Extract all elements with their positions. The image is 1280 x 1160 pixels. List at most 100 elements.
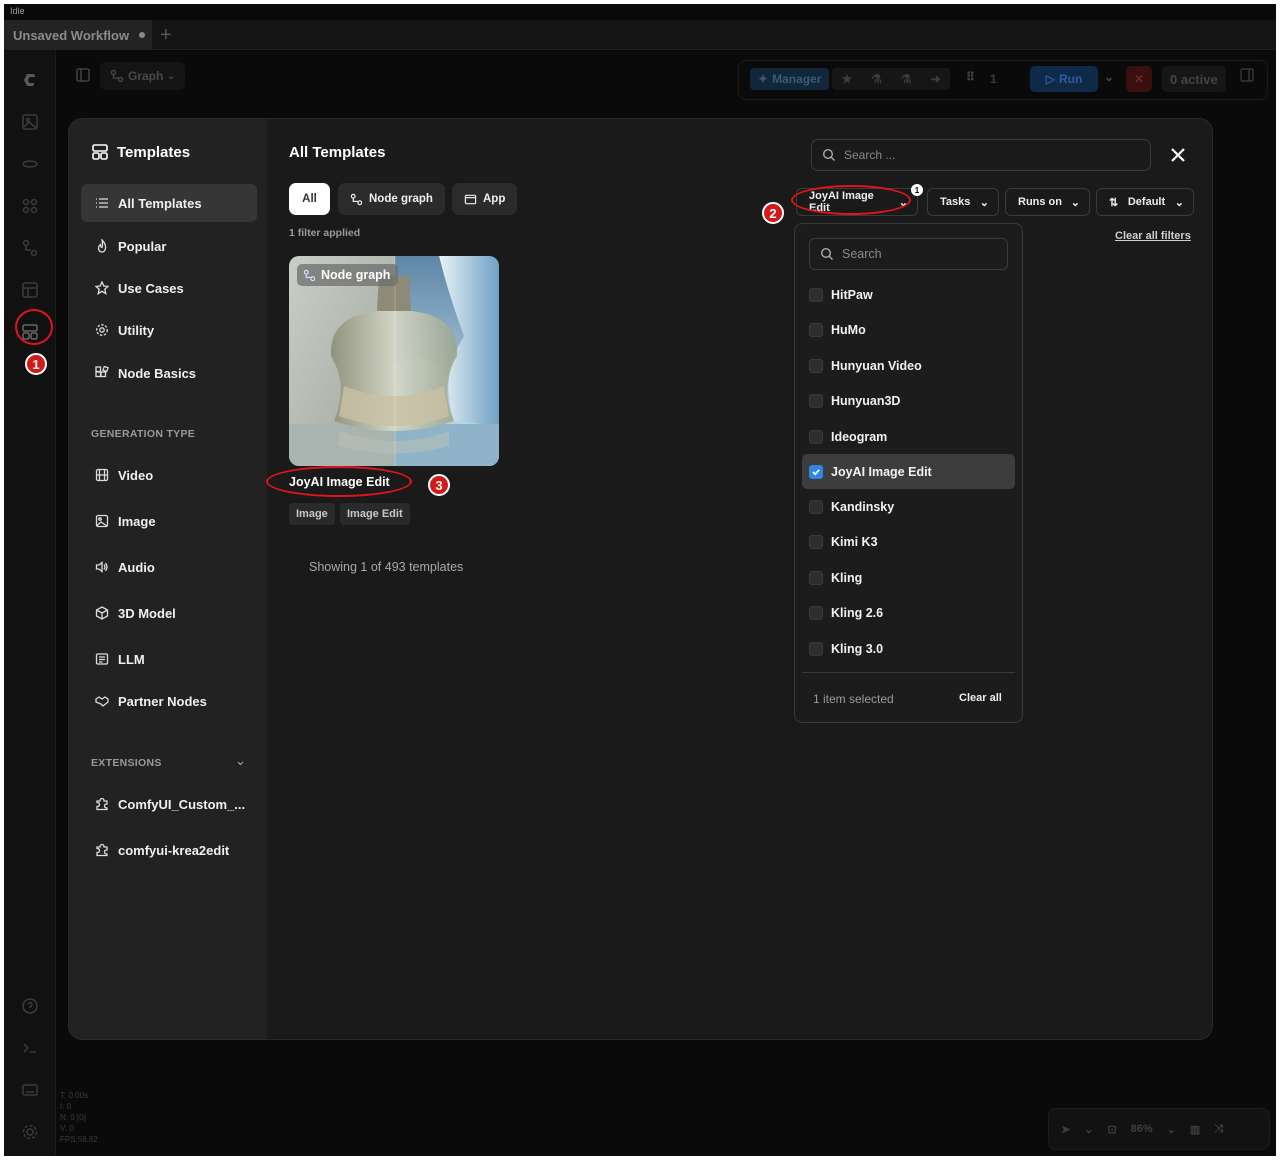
runs-on-filter-label: Runs on [1018,196,1062,208]
new-tab-plus-icon[interactable]: + [160,24,172,47]
run-label: Run [1058,72,1083,86]
link-visibility-icon[interactable]: ⤨ [1214,1123,1223,1136]
templates-icon [92,144,108,160]
option-label: HitPaw [831,287,873,302]
manager-label: Manager [772,72,822,86]
option-kandinsky[interactable]: Kandinsky [802,489,1015,524]
checkbox[interactable] [809,358,823,373]
option-joyai-image-edit[interactable]: JoyAI Image Edit [802,454,1015,489]
queue-icon[interactable] [20,280,40,300]
chevron-down-icon[interactable]: ⌄ [1167,1123,1176,1136]
option-kimi-k3[interactable]: Kimi K3 [802,524,1015,559]
nav-image[interactable]: Image [81,502,257,540]
close-dialog-button[interactable] [1166,143,1190,167]
nav-label: Audio [118,559,155,575]
workflows-icon[interactable] [20,238,40,258]
manager-button[interactable]: ✦ Manager [750,68,830,90]
workflow-tab-label: Unsaved Workflow [13,27,130,43]
checkbox[interactable] [809,605,823,620]
nav-node-basics[interactable]: Node Basics [81,354,257,392]
terminal-icon[interactable] [20,1038,40,1058]
flame-icon [97,239,107,253]
option-kling-3-0[interactable]: Kling 3.0 [802,631,1015,666]
option-hitpaw[interactable]: HitPaw [802,277,1015,312]
templates-title-label: Templates [117,143,191,161]
zoom-level[interactable]: 86% [1131,1123,1153,1135]
runs-on-filter-button[interactable]: Runs on ⌄ [1005,188,1090,216]
nav-utility[interactable]: Utility [81,311,257,349]
tab-app[interactable]: App [452,183,518,215]
option-label: Kling 2.6 [831,605,884,620]
tab-all[interactable]: All [289,183,330,215]
option-kling[interactable]: Kling [802,560,1015,595]
run-button[interactable]: ▷ Run [1030,66,1098,92]
models-icon[interactable] [20,154,40,174]
batch-count[interactable]: 1 [990,68,997,90]
checkbox-checked[interactable] [809,464,823,479]
checkbox[interactable] [809,393,823,408]
handshake-icon [95,696,109,707]
keyboard-icon[interactable] [20,1080,40,1100]
nav-label: Node Basics [118,365,197,381]
option-label: Ideogram [831,429,888,444]
option-label: Kling 3.0 [831,641,884,656]
chevron-down-icon[interactable]: ⌄ [1084,1123,1093,1136]
graph-menu-button[interactable]: Graph ⌄ [100,62,185,90]
dropdown-divider [802,672,1015,673]
clear-all-filters-link[interactable]: Clear all filters [1115,230,1191,242]
badge-label: Node graph [321,268,391,282]
nav-extension-comfyui-custom[interactable]: ComfyUI_Custom_... [81,785,257,823]
checkbox[interactable] [809,287,823,302]
tasks-filter-button[interactable]: Tasks ⌄ [927,188,999,216]
nav-all-templates[interactable]: All Templates [81,184,257,222]
nav-video[interactable]: Video [81,456,257,494]
checkbox[interactable] [809,534,823,549]
clear-all-button[interactable]: Clear all [959,692,1002,704]
drag-handle-icon[interactable]: ⠿ [966,70,975,84]
checkbox[interactable] [809,641,823,656]
checkbox[interactable] [809,322,823,337]
option-humo[interactable]: HuMo [802,312,1015,347]
template-card-thumbnail[interactable]: Node graph [289,256,499,466]
sort-button[interactable]: ⇅ Default ⌄ [1096,188,1194,216]
close-icon [1171,148,1185,162]
text-icon [95,653,109,665]
nav-llm[interactable]: LLM [81,640,257,678]
fit-view-icon[interactable]: ⊡ [1107,1123,1116,1136]
chevron-down-icon: ⌄ [1174,196,1184,209]
minimap-icon[interactable]: ▥ [1190,1123,1200,1136]
checkbox[interactable] [809,499,823,514]
perfume-bottle-image [289,256,499,466]
search-icon [820,247,833,260]
panel-toggle-icon[interactable] [1240,68,1254,82]
nav-popular[interactable]: Popular [81,227,257,265]
template-search-input[interactable]: Search ... [811,139,1151,171]
nav-use-cases[interactable]: Use Cases [81,269,257,307]
tab-node-graph[interactable]: Node graph [338,183,445,215]
nav-partner-nodes[interactable]: Partner Nodes [81,682,257,720]
extensions-chevron-icon[interactable]: ⌄ [235,753,246,769]
comfy-logo-icon[interactable] [20,70,40,90]
workflow-tab[interactable]: Unsaved Workflow [4,20,152,50]
help-icon[interactable] [20,996,40,1016]
extension-shortcuts[interactable]: ★ ⚗ ⚗ ➜ [832,68,950,90]
option-hunyuan-video[interactable]: Hunyuan Video [802,348,1015,383]
nav-label: Video [118,467,154,483]
run-options-chevron-icon[interactable]: ⌄ [1104,70,1114,84]
active-queue-count[interactable]: 0 active [1162,66,1226,92]
option-kling-2-6[interactable]: Kling 2.6 [802,595,1015,630]
checkbox[interactable] [809,429,823,444]
layout-icon[interactable] [76,68,90,82]
nav-extension-krea2edit[interactable]: comfyui-krea2edit [81,831,257,869]
option-hunyuan3d[interactable]: Hunyuan3D [802,383,1015,418]
checkbox[interactable] [809,570,823,585]
assets-icon[interactable] [20,112,40,132]
stop-button[interactable]: ✕ [1126,66,1152,92]
settings-gear-icon[interactable] [20,1122,40,1142]
nav-audio[interactable]: Audio [81,548,257,586]
option-ideogram[interactable]: Ideogram [802,419,1015,454]
pointer-icon[interactable]: ➤ [1061,1123,1070,1136]
nav-3d-model[interactable]: 3D Model [81,594,257,632]
dropdown-search-input[interactable]: Search [809,238,1008,270]
node-library-icon[interactable] [20,196,40,216]
